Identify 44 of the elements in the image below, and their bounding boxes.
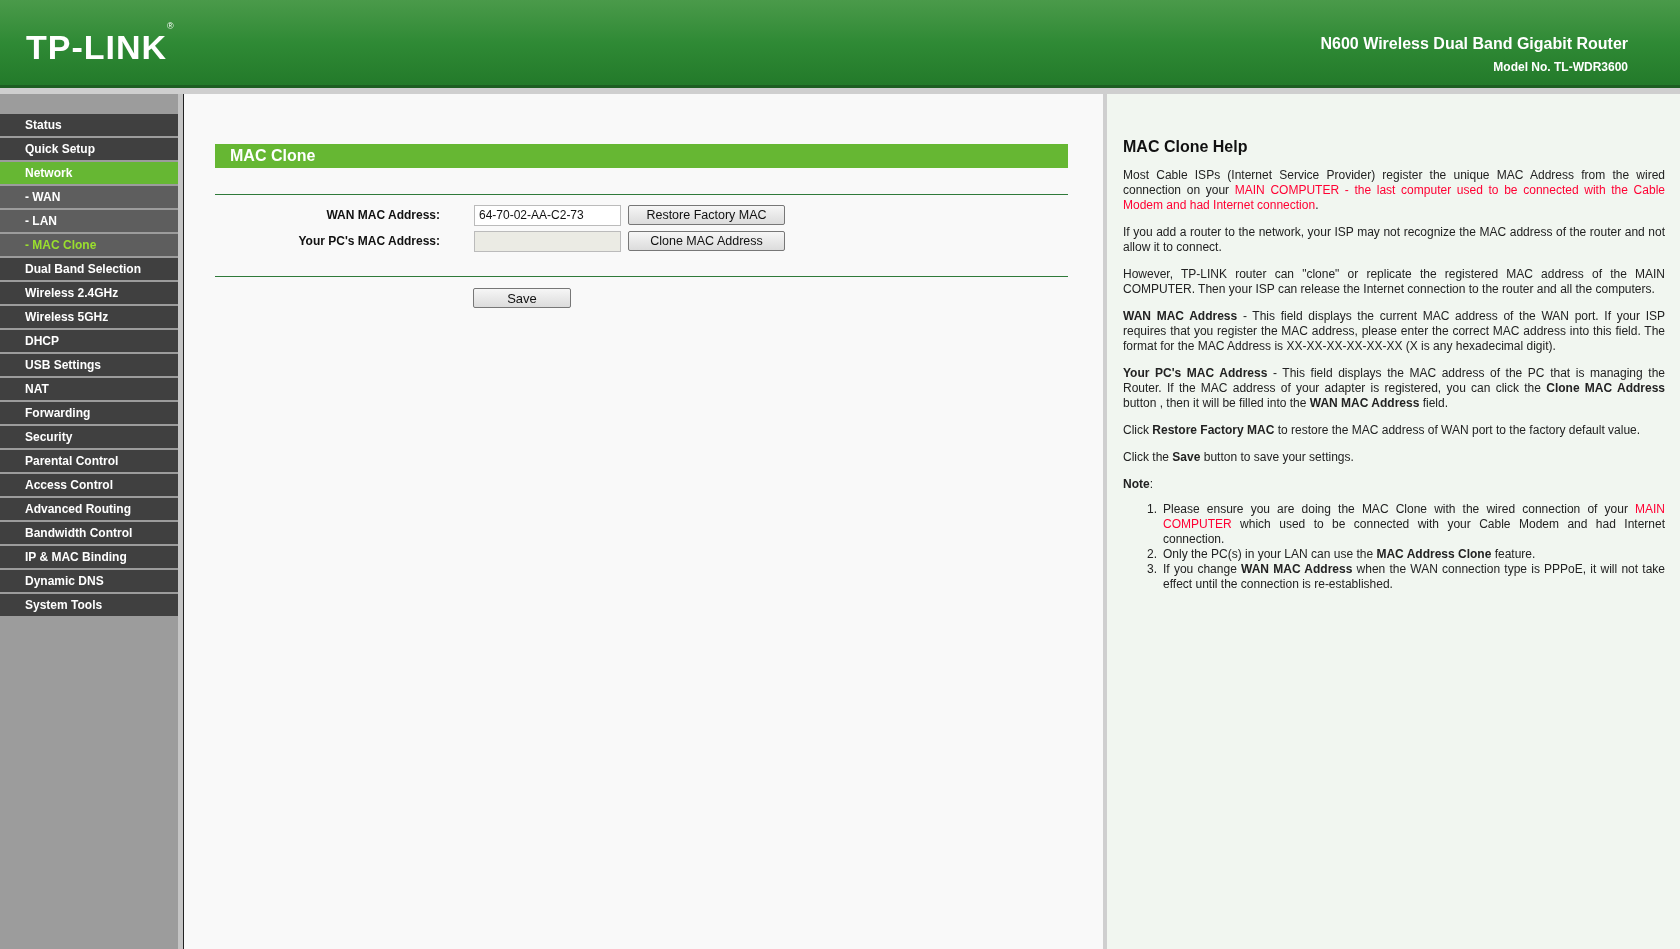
sidebar-item[interactable]: USB Settings	[0, 354, 178, 376]
sidebar-item[interactable]: System Tools	[0, 594, 178, 616]
mac-address-field[interactable]: 64-70-02-AA-C2-73	[474, 204, 621, 226]
sidebar-item[interactable]: Quick Setup	[0, 138, 178, 160]
sidebar-item[interactable]: Dual Band Selection	[0, 258, 178, 280]
help-paragraph: Click Restore Factory MAC to restore the MAC address of WAN port to the factory default value.	[1123, 423, 1642, 438]
model-number: Model No. TL-WDR3600	[1493, 58, 1628, 76]
action-button[interactable]: Restore Factory MAC	[628, 205, 785, 225]
sidebar-item[interactable]: DHCP	[0, 330, 178, 352]
sidebar-item[interactable]: Dynamic DNS	[0, 570, 178, 592]
sidebar-item[interactable]: Access Control	[0, 474, 178, 496]
sidebar-item[interactable]: - LAN	[0, 210, 178, 232]
sidebar-item[interactable]: Forwarding	[0, 402, 178, 424]
help-paragraph: Click the Save button to save your settings.	[1123, 450, 1355, 465]
sidebar-item[interactable]: - MAC Clone	[0, 234, 178, 256]
field-label: WAN MAC Address:	[325, 207, 440, 224]
help-title: MAC Clone Help	[1123, 139, 1249, 154]
help-paragraph: Your PC's MAC Address - This field displays the MAC address of the PC that is managing the Router. If the MAC address of your adapter is registered, you can click the Clone MAC Address button , then it will be filled into the WAN MAC Address field.	[1123, 366, 1665, 411]
sidebar-item[interactable]: Security	[0, 426, 178, 448]
sidebar-item[interactable]: Wireless 2.4GHz	[0, 282, 178, 304]
sidebar-item[interactable]: Wireless 5GHz	[0, 306, 178, 328]
note-number: 2.	[1146, 547, 1158, 562]
note-number: 3.	[1146, 562, 1158, 578]
help-paragraph: WAN MAC Address - This field displays the current MAC address of the WAN port. If your ISP requires that you register the MAC address, please enter the correct MAC address into this field. The format for the MAC Address is XX-XX-XX-XX-XX-XX (X is any hexadecimal digit).	[1123, 309, 1665, 354]
sidebar-item[interactable]: Bandwidth Control	[0, 522, 178, 544]
note-text: Please ensure you are doing the MAC Clone with the wired connection of your MAIN COMPUTER which used to be connected with your Cable Modem and had Internet connection.	[1163, 502, 1665, 547]
sidebar-item[interactable]: - WAN	[0, 186, 178, 208]
sidebar-item[interactable]: Status	[0, 114, 178, 136]
field-label: Your PC's MAC Address:	[297, 233, 440, 250]
help-paragraph: Note:	[1123, 477, 1154, 492]
section-heading: MAC Clone	[215, 144, 1068, 168]
logo: TP-LINK ®	[26, 21, 174, 64]
note-text: Only the PC(s) in your LAN can use the MAC Address Clone feature.	[1163, 547, 1536, 562]
note-number: 1.	[1146, 502, 1158, 518]
help-paragraph: If you add a router to the network, your ISP may not recognize the MAC address of the router and not allow it to connect.	[1123, 225, 1665, 255]
sidebar-item[interactable]: Advanced Routing	[0, 498, 178, 520]
product-name: N600 Wireless Dual Band Gigabit Router	[1320, 33, 1628, 54]
sidebar-item[interactable]: IP & MAC Binding	[0, 546, 178, 568]
note-text: If you change WAN MAC Address when the WAN connection type is PPPoE, it will not take effect until the connection is re-established.	[1163, 562, 1665, 592]
save-button[interactable]: Save	[473, 288, 571, 308]
help-paragraph: Most Cable ISPs (Internet Service Provider) register the unique MAC Address from the wired connection on your MAIN COMPUTER - the last computer used to be connected with the Cable Modem and had Internet connection.	[1123, 168, 1665, 213]
sidebar-item[interactable]: NAT	[0, 378, 178, 400]
sidebar-item[interactable]: Parental Control	[0, 450, 178, 472]
help-paragraph: However, TP-LINK router can "clone" or replicate the registered MAC address of the MAIN COMPUTER. Then your ISP can release the Internet connection to the router and all the computers.	[1123, 267, 1665, 297]
